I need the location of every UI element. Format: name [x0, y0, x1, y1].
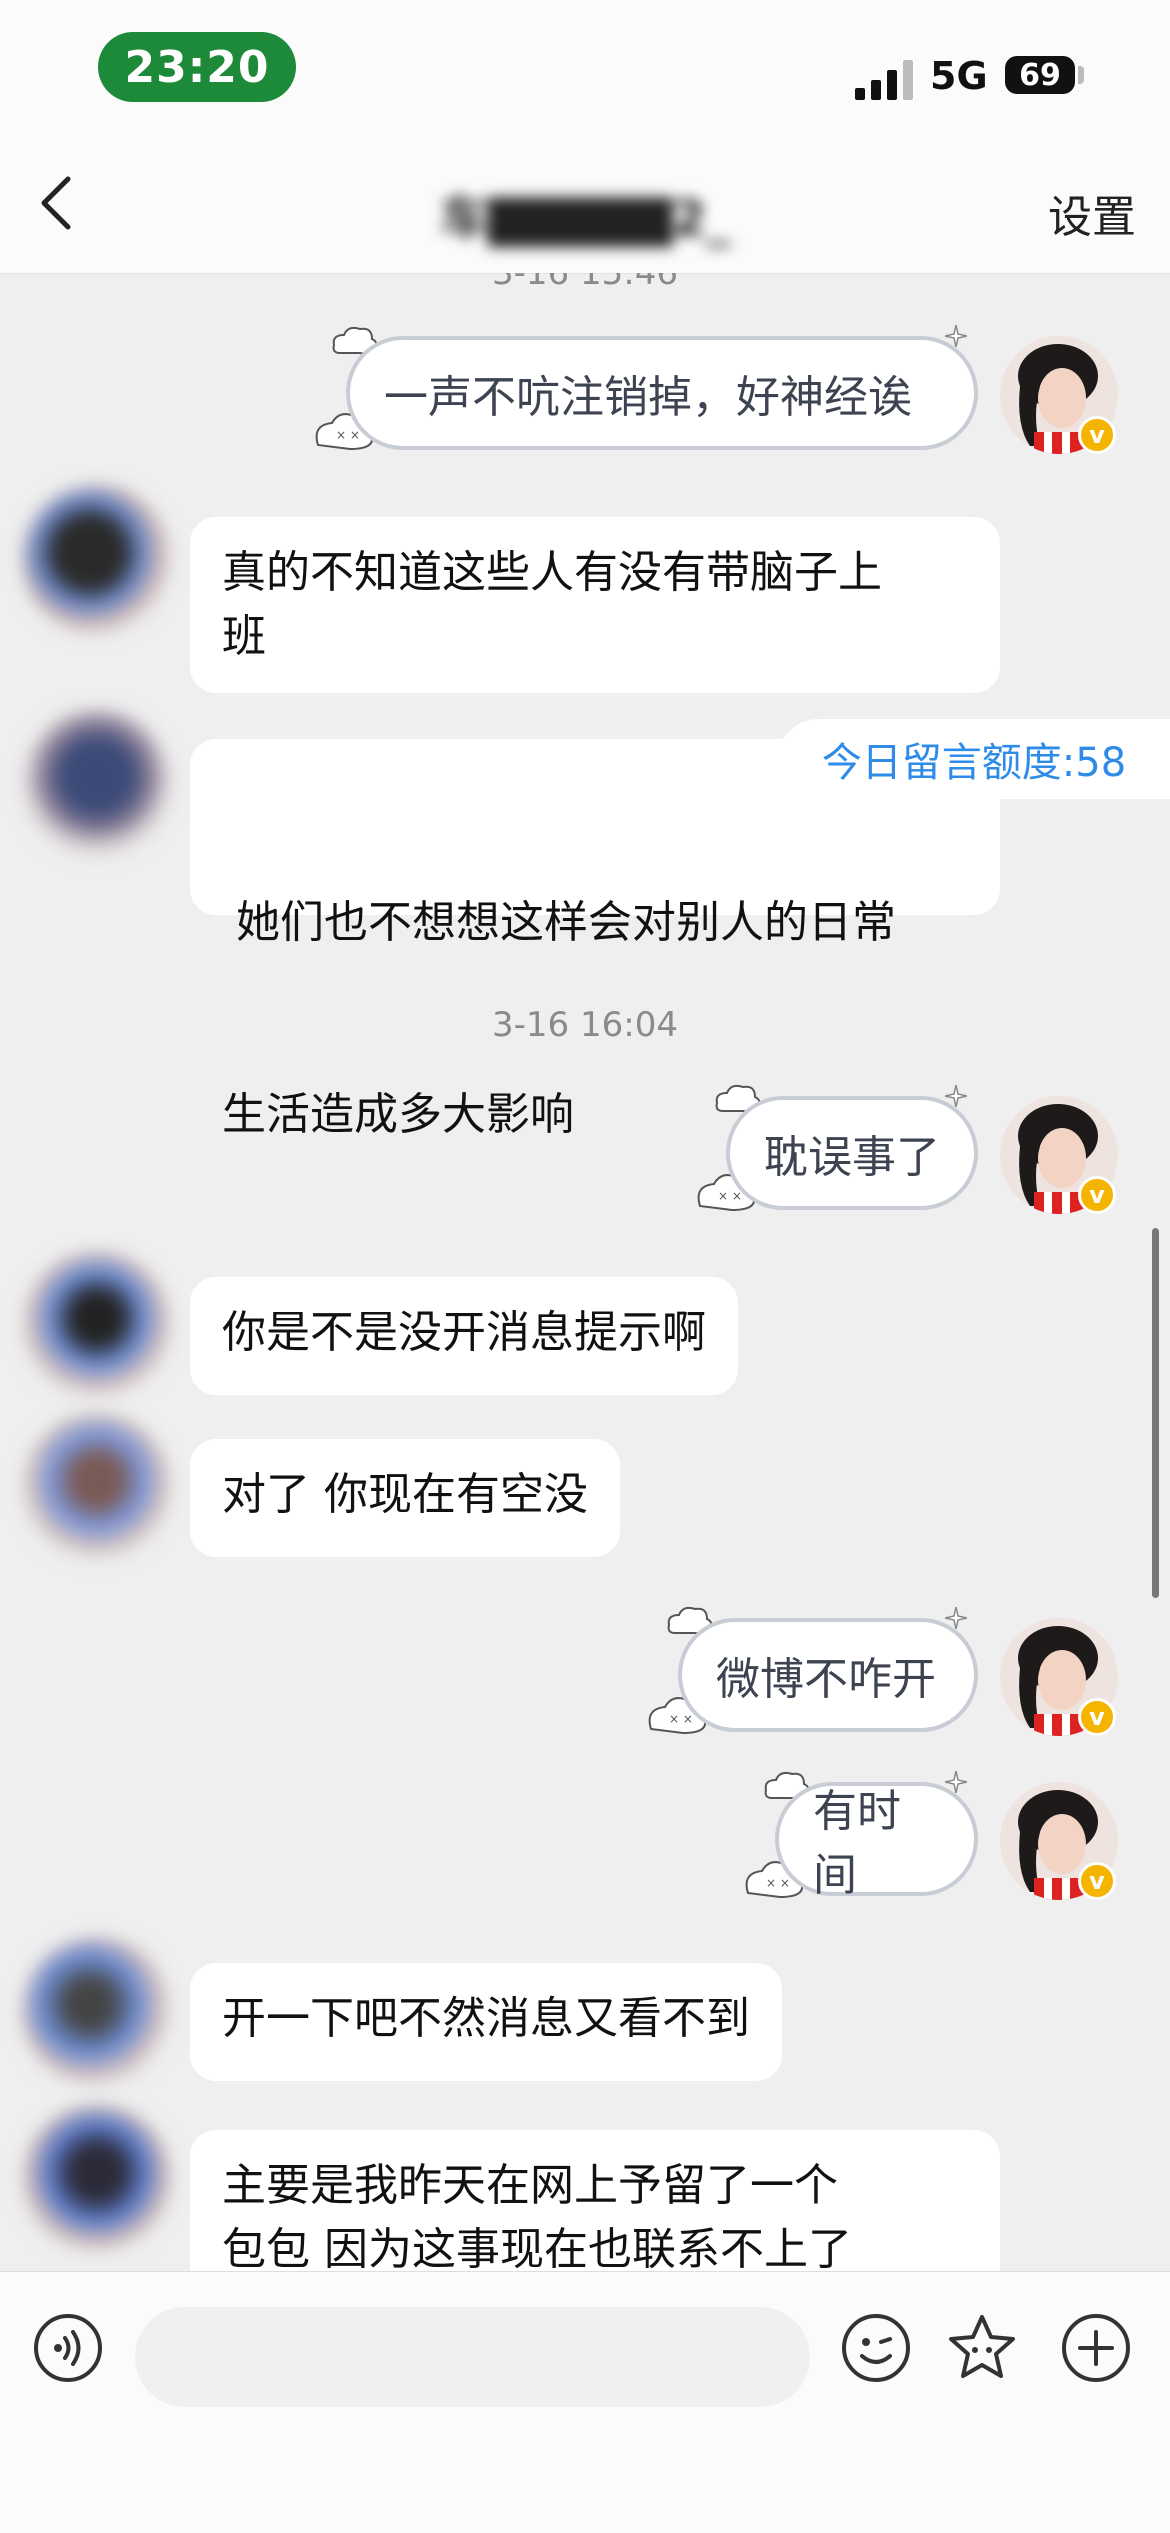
battery-tip	[1078, 66, 1084, 84]
nav-bar: 车▇▇▇▇▇2_ 设置	[0, 135, 1170, 274]
back-icon[interactable]	[30, 173, 90, 233]
avatar-contact[interactable]	[22, 709, 172, 859]
message-bubble-sent[interactable]: 有时间	[775, 1782, 978, 1901]
message-bubble-received[interactable]: 真的不知道这些人有没有带脑子上 班	[190, 517, 1000, 693]
emoji-icon[interactable]	[840, 2312, 912, 2384]
vip-badge-icon: v	[1078, 1862, 1116, 1900]
battery-icon: 69	[1005, 56, 1075, 94]
voice-icon[interactable]	[32, 2312, 104, 2384]
network-type: 5G	[930, 54, 988, 98]
status-bar: 23:20 5G 69	[0, 0, 1170, 135]
svg-text:× ×: × ×	[766, 1876, 790, 1890]
message-line: 主要是我昨天在网上予留了一个	[222, 2160, 838, 2211]
timestamp: 3-16 16:04	[492, 1005, 678, 1045]
settings-button[interactable]: 设置	[1048, 181, 1136, 245]
message-bubble-received[interactable]: 主要是我昨天在网上予留了一个 包包 因为这事现在也联系不上了	[190, 2130, 1000, 2271]
sticker-icon[interactable]	[946, 2312, 1018, 2384]
message-bubble-sent[interactable]: 一声不吭注销掉，好神经诶	[346, 336, 978, 450]
message-line: 包包 因为这事现在也联系不上了	[222, 2224, 852, 2271]
plus-icon[interactable]	[1060, 2312, 1132, 2384]
vip-badge-icon: v	[1078, 416, 1116, 454]
avatar-contact[interactable]	[22, 485, 172, 635]
signal-icon	[855, 60, 913, 100]
timestamp: 3-16 15:46	[492, 273, 678, 293]
message-bubble-received[interactable]: 你是不是没开消息提示啊	[190, 1277, 738, 1395]
message-line: 班	[222, 611, 266, 662]
chat-list[interactable]: 3-16 15:46 × × 一声不吭注销掉，好神经诶 v 今日留言额度:58 …	[0, 273, 1170, 2271]
message-bubble-sent[interactable]: 耽误事了	[726, 1096, 978, 1210]
svg-text:× ×: × ×	[718, 1189, 742, 1203]
avatar-contact[interactable]	[22, 1937, 172, 2087]
message-bubble-received[interactable]: 开一下吧不然消息又看不到	[190, 1963, 782, 2081]
avatar-contact[interactable]	[22, 1251, 172, 1401]
svg-text:× ×: × ×	[669, 1712, 693, 1726]
svg-text:× ×: × ×	[336, 428, 360, 442]
avatar-contact[interactable]	[22, 2105, 172, 2255]
vip-badge-icon: v	[1078, 1176, 1116, 1214]
chat-title: 车▇▇▇▇▇2_	[440, 191, 730, 247]
message-bubble-sent[interactable]: 微博不咋开	[678, 1618, 978, 1732]
vip-badge-icon: v	[1078, 1698, 1116, 1736]
message-line: 真的不知道这些人有没有带脑子上	[222, 547, 882, 598]
message-bubble-received[interactable]: 对了 你现在有空没	[190, 1439, 620, 1557]
message-line: 她们也不想想这样会对别人的日常	[222, 897, 896, 948]
message-input[interactable]	[135, 2307, 810, 2407]
input-bar	[0, 2271, 1170, 2533]
avatar-contact[interactable]	[22, 1413, 172, 1563]
status-time: 23:20	[98, 32, 296, 102]
scrollbar[interactable]	[1152, 1228, 1159, 1598]
message-quota-badge: 今日留言额度:58	[778, 719, 1170, 799]
